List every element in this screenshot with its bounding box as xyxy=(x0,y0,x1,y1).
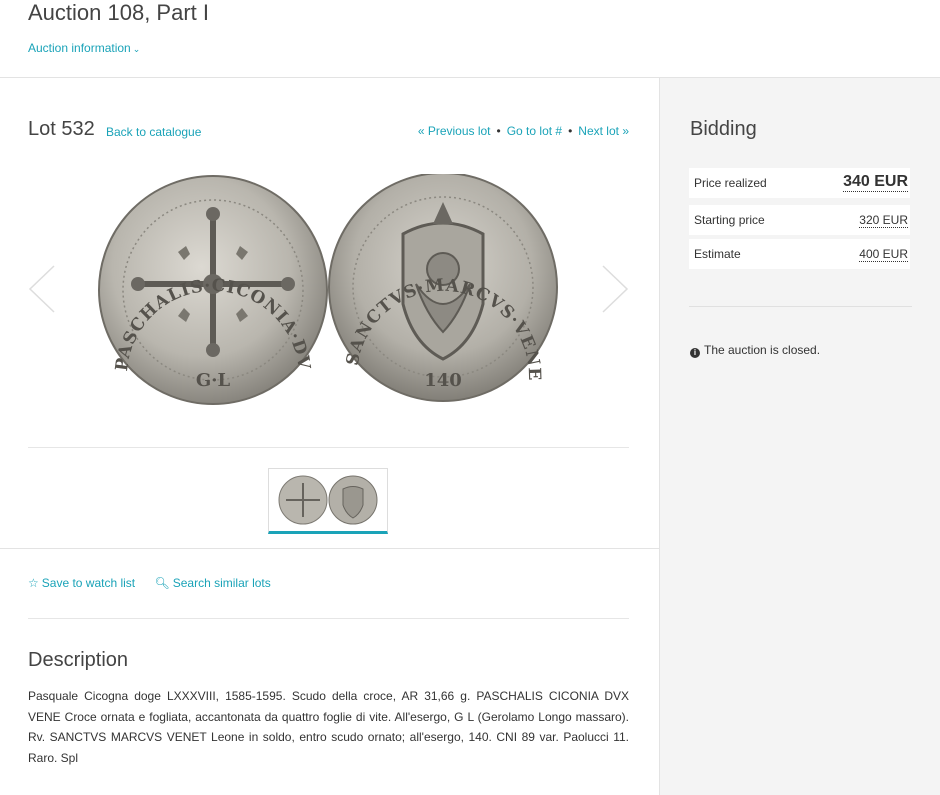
search-similar-lots-label: Search similar lots xyxy=(172,576,271,590)
image-carousel: PASCHALIS·CICONIA·DVX·VENE G·L SANCTVS·M… xyxy=(28,159,629,414)
chevron-right-icon xyxy=(602,265,629,313)
image-thumbnail[interactable] xyxy=(268,468,388,534)
coin-thumbnail xyxy=(278,475,378,525)
nav-separator: • xyxy=(568,124,573,138)
lot-actions: ☆ Save to watch list 🔍︎ Search similar lot… xyxy=(28,576,287,590)
obverse-exergue: G·L xyxy=(196,370,231,391)
auction-information-label: Auction information xyxy=(28,41,131,55)
next-lot-link[interactable]: Next lot » xyxy=(578,124,629,138)
price-realized-row: Price realized 340 EUR xyxy=(689,168,910,198)
divider xyxy=(0,548,659,549)
chevron-left-icon xyxy=(28,265,55,313)
auction-information-link[interactable]: Auction information ⌄ xyxy=(28,41,140,55)
star-icon: ☆ xyxy=(28,576,39,590)
top-bar: Auction 108, Part I Auction information ⌄ xyxy=(0,0,940,78)
divider xyxy=(28,618,629,619)
divider xyxy=(28,447,629,448)
description-text: Pasquale Cicogna doge LXXXVIII, 1585-159… xyxy=(28,689,629,765)
starting-price-label: Starting price xyxy=(694,213,765,227)
lot-header: Lot 532 Back to catalogue « Previous lot… xyxy=(28,118,629,148)
lot-title: Lot 532 xyxy=(28,118,95,140)
starting-price-row: Starting price 320 EUR xyxy=(689,205,910,235)
search-similar-lots-button[interactable]: 🔍︎ Search similar lots xyxy=(154,576,270,590)
lot-navigation: « Previous lot • Go to lot # • Next lot » xyxy=(418,124,629,138)
save-to-watch-list-button[interactable]: ☆ Save to watch list xyxy=(28,576,135,590)
starting-price-value[interactable]: 320 EUR xyxy=(859,213,908,228)
save-to-watch-list-label: Save to watch list xyxy=(41,576,136,590)
estimate-row: Estimate 400 EUR xyxy=(689,239,910,269)
carousel-next-arrow[interactable] xyxy=(601,264,629,314)
back-to-catalogue-link[interactable]: Back to catalogue xyxy=(106,125,201,139)
previous-lot-link[interactable]: « Previous lot xyxy=(418,124,491,138)
reverse-exergue: 140 xyxy=(424,370,462,391)
auction-title: Auction 108, Part I xyxy=(28,0,209,25)
estimate-label: Estimate xyxy=(694,247,741,261)
price-realized-label: Price realized xyxy=(694,176,767,190)
auction-status: i The auction is closed. xyxy=(690,343,820,358)
bidding-sidebar: Bidding Price realized 340 EUR Starting … xyxy=(660,78,940,795)
bidding-title: Bidding xyxy=(690,118,757,140)
coin-image[interactable]: PASCHALIS·CICONIA·DVX·VENE G·L SANCTVS·M… xyxy=(90,159,560,406)
chevron-down-icon: ⌄ xyxy=(132,44,141,54)
coin-photo: PASCHALIS·CICONIA·DVX·VENE G·L SANCTVS·M… xyxy=(90,159,558,405)
search-icon: 🔍︎ xyxy=(154,576,170,590)
lot-main-panel: Lot 532 Back to catalogue « Previous lot… xyxy=(0,78,660,795)
go-to-lot-link[interactable]: Go to lot # xyxy=(507,124,562,138)
info-icon: i xyxy=(690,348,700,358)
nav-separator: • xyxy=(496,124,501,138)
auction-status-text: The auction is closed. xyxy=(704,343,821,357)
divider xyxy=(689,306,912,307)
description-title: Description xyxy=(28,649,129,671)
estimate-value[interactable]: 400 EUR xyxy=(859,247,908,262)
coin-obverse: PASCHALIS·CICONIA·DVX·VENE G·L xyxy=(90,159,328,405)
carousel-prev-arrow[interactable] xyxy=(28,264,56,314)
price-realized-value[interactable]: 340 EUR xyxy=(843,173,908,192)
